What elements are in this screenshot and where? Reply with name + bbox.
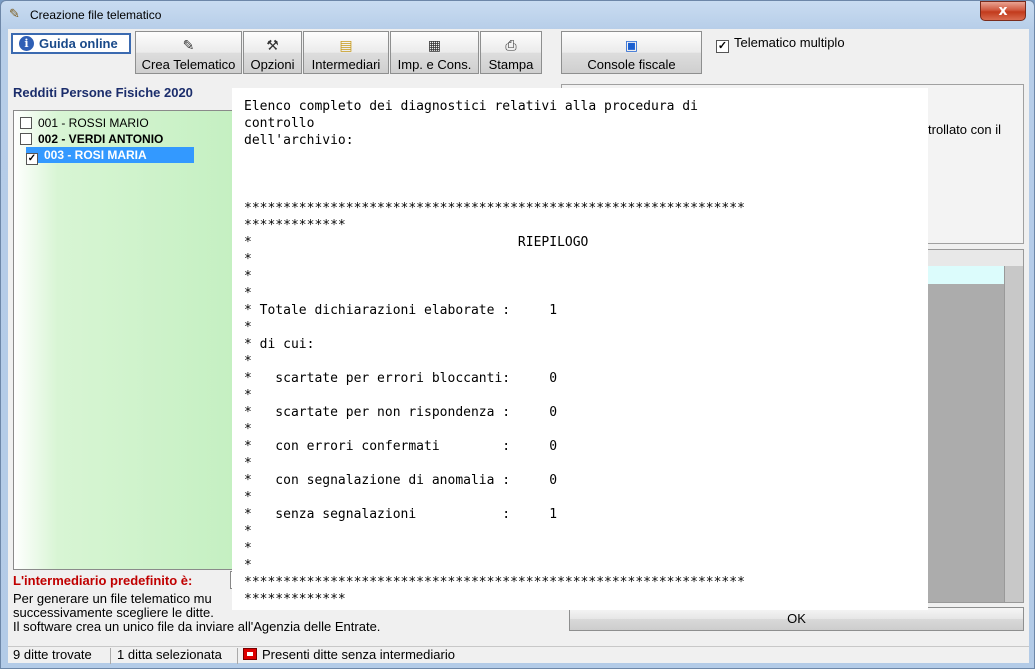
status-found: 9 ditte trovate — [8, 648, 111, 664]
list-item[interactable]: 001 - ROSSI MARIO — [20, 115, 149, 131]
intermediari-button[interactable]: ▤ Intermediari — [303, 31, 389, 74]
app-window: ✎ Creazione file telematico x i Guida on… — [0, 0, 1035, 669]
grid-scrollbar[interactable] — [1004, 266, 1023, 602]
intermediari-label: Intermediari — [311, 57, 381, 72]
list-item-label: 002 - VERDI ANTONIO — [38, 132, 164, 146]
imp-cons-button[interactable]: ▦ Imp. e Cons. — [390, 31, 479, 74]
guida-online-button[interactable]: i Guida online — [11, 33, 131, 54]
checkbox-checked-icon[interactable]: ✓ — [26, 153, 38, 165]
telematico-multiplo-label: Telematico multiplo — [734, 35, 845, 50]
diagnostics-text: Elenco completo dei diagnostici relativi… — [244, 99, 745, 607]
status-warning: Presenti ditte senza intermediario — [238, 648, 478, 664]
intermediario-label: L'intermediario predefinito è: — [13, 573, 193, 588]
wizard-icon: ✎ — [182, 37, 195, 53]
crea-telematico-label: Crea Telematico — [141, 57, 236, 72]
ok-button[interactable]: OK — [569, 607, 1024, 631]
wrench-icon: ⚒ — [266, 37, 279, 53]
title-bar[interactable]: ✎ Creazione file telematico x — [1, 1, 1034, 29]
imp-cons-label: Imp. e Cons. — [397, 57, 472, 72]
status-selected: 1 ditta selezionata — [112, 648, 238, 664]
status-warning-label: Presenti ditte senza intermediario — [262, 647, 455, 662]
section-title: Redditi Persone Fisiche 2020 — [13, 85, 193, 100]
checkbox-icon[interactable] — [20, 117, 32, 129]
printer-icon: ⎙ — [505, 37, 517, 53]
opzioni-button[interactable]: ⚒ Opzioni — [243, 31, 302, 74]
window-title: Creazione file telematico — [30, 8, 162, 22]
close-button[interactable]: x — [980, 1, 1026, 21]
checkbox-checked-icon: ✓ — [716, 40, 729, 53]
list-item-label: 001 - ROSSI MARIO — [38, 116, 149, 130]
telematico-multiplo-checkbox[interactable]: ✓ Telematico multiplo — [716, 35, 845, 53]
monitor-icon: ▣ — [624, 37, 639, 53]
checkbox-icon[interactable] — [20, 133, 32, 145]
diagnostics-report: Elenco completo dei diagnostici relativi… — [232, 88, 928, 610]
list-item-selected[interactable]: ✓ 003 - ROSI MARIA — [26, 147, 194, 165]
opzioni-label: Opzioni — [250, 57, 295, 72]
right-panel-text: trollato con il — [928, 122, 1001, 137]
list-item[interactable]: 002 - VERDI ANTONIO — [20, 131, 163, 147]
warning-flag-icon — [243, 648, 257, 660]
info-icon: i — [19, 36, 34, 51]
wizard-icon: ✎ — [9, 7, 20, 22]
crea-telematico-button[interactable]: ✎ Crea Telematico — [135, 31, 242, 74]
ditte-list[interactable]: 001 - ROSSI MARIO 002 - VERDI ANTONIO ✓ 0… — [13, 110, 233, 570]
folder-icon: ▤ — [339, 37, 353, 53]
console-fiscale-label: Console fiscale — [587, 57, 676, 72]
list-item-label: 003 - ROSI MARIA — [44, 148, 147, 162]
info-line: Il software crea un unico file da inviar… — [13, 619, 381, 634]
stampa-button[interactable]: ⎙ Stampa — [480, 31, 542, 74]
console-fiscale-button[interactable]: ▣ Console fiscale — [561, 31, 702, 74]
stampa-label: Stampa — [488, 57, 534, 72]
close-icon: x — [998, 3, 1008, 19]
guida-online-label: Guida online — [39, 36, 118, 51]
import-export-icon: ▦ — [427, 37, 442, 53]
status-bar: 9 ditte trovate 1 ditta selezionata Pres… — [8, 646, 1029, 664]
